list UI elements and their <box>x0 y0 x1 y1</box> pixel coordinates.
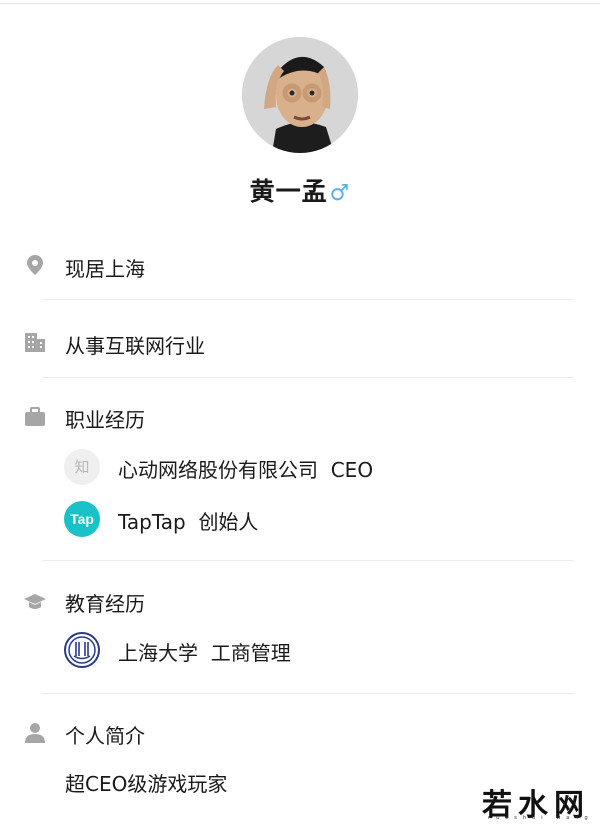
briefcase-icon <box>24 406 46 428</box>
bio-title: 个人简介 <box>65 724 145 748</box>
graduation-cap-icon <box>24 590 46 612</box>
education-major: 工商管理 <box>210 641 291 665</box>
building-icon <box>24 331 46 353</box>
education-item-shu[interactable]: 上海大学 工商管理 <box>118 637 291 666</box>
career-role: 创始人 <box>198 510 259 534</box>
career-org: TapTap <box>118 510 186 534</box>
career-org: 心动网络股份有限公司 <box>118 458 318 482</box>
taptap-logo-icon: Tap <box>64 501 100 537</box>
career-title: 职业经历 <box>65 408 145 432</box>
person-icon <box>24 722 46 744</box>
divider <box>42 377 574 378</box>
education-title: 教育经历 <box>65 592 145 616</box>
divider <box>42 693 574 694</box>
education-school: 上海大学 <box>118 641 198 665</box>
bio-text: 超CEO级游戏玩家 <box>65 772 228 796</box>
profile-name-row: 黄一孟♂ <box>0 172 600 208</box>
career-role: CEO <box>330 458 374 482</box>
shanghai-university-logo-icon <box>64 632 100 668</box>
divider <box>42 299 574 300</box>
location-text: 现居上海 <box>65 257 145 281</box>
male-gender-icon: ♂ <box>329 181 351 206</box>
location-pin-icon <box>24 254 46 276</box>
avatar-image <box>242 37 358 153</box>
company-logo-icon: 知 <box>64 449 100 485</box>
career-item-taptap[interactable]: TapTap 创始人 <box>118 506 258 535</box>
divider <box>42 560 574 561</box>
profile-name: 黄一孟 <box>249 177 328 206</box>
avatar[interactable] <box>242 37 358 153</box>
watermark-subtext: ruoshui wang <box>488 815 594 821</box>
industry-text: 从事互联网行业 <box>65 334 205 358</box>
top-divider <box>0 3 600 4</box>
career-item-xd[interactable]: 心动网络股份有限公司 CEO <box>118 454 373 483</box>
